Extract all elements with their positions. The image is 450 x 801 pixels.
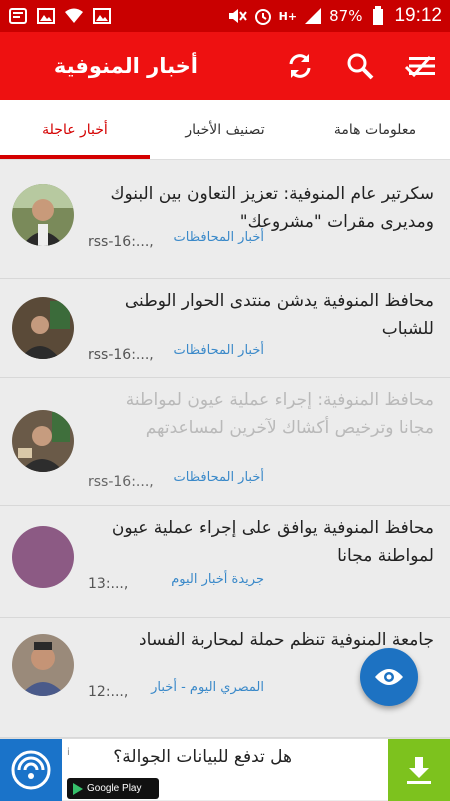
data-saver-icon <box>11 750 51 790</box>
news-time: rss-16:..., <box>88 474 154 490</box>
news-thumbnail <box>12 297 74 359</box>
news-source[interactable]: جريدة أخبار اليوم <box>171 572 264 587</box>
news-headline: محافظ المنوفية يوافق على إجراء عملية عيو… <box>111 518 434 566</box>
alarm-icon <box>253 6 273 26</box>
tab-important-info[interactable]: معلومات هامة <box>300 100 450 160</box>
tab-bar: معلومات هامة تصنيف الأخبار أخبار عاجلة <box>0 100 450 160</box>
app-title: أخبار المنوفية <box>53 54 198 78</box>
ad-text: هل تدفع للبيانات الجوالة؟ <box>113 747 292 767</box>
google-play-badge[interactable]: Google Play <box>67 778 159 799</box>
tab-news-categories[interactable]: تصنيف الأخبار <box>150 100 300 160</box>
news-item[interactable]: سكرتير عام المنوفية: تعزيز التعاون بين ا… <box>0 172 450 279</box>
eye-icon <box>375 669 403 685</box>
news-time: 13:..., <box>88 576 129 592</box>
refresh-icon <box>289 54 311 78</box>
ad-download-button[interactable] <box>388 739 450 801</box>
news-time: 12:..., <box>88 684 129 700</box>
done-button[interactable] <box>398 46 438 86</box>
news-source[interactable]: أخبار المحافظات <box>174 470 264 485</box>
news-source[interactable]: أخبار المحافظات <box>174 230 264 245</box>
news-thumbnail-placeholder <box>12 526 74 588</box>
tab-indicator <box>0 155 150 159</box>
news-time: rss-16:..., <box>88 234 154 250</box>
news-item[interactable]: محافظ المنوفية: إجراء عملية عيون لمواطنة… <box>0 378 450 506</box>
store-label: Google Play <box>87 783 142 794</box>
news-headline: محافظ المنوفية: إجراء عملية عيون لمواطنة… <box>125 390 434 438</box>
wifi-icon <box>64 6 84 26</box>
ad-banner[interactable]: i هل تدفع للبيانات الجوالة؟ Google Play <box>0 738 450 801</box>
check-icon <box>404 56 432 78</box>
signal-icon <box>303 6 323 26</box>
gallery-icon-2 <box>92 6 112 26</box>
view-fab-button[interactable] <box>360 648 418 706</box>
network-type: H+ <box>278 9 298 23</box>
news-time: rss-16:..., <box>88 347 154 363</box>
mute-icon <box>227 6 247 26</box>
news-item[interactable]: محافظ المنوفية يوافق على إجراء عملية عيو… <box>0 506 450 618</box>
news-thumbnail <box>12 410 74 472</box>
search-button[interactable] <box>340 46 380 86</box>
news-headline: سكرتير عام المنوفية: تعزيز التعاون بين ا… <box>110 184 434 232</box>
battery-percent: 87% <box>329 7 363 25</box>
status-bar: H+ 87% 19:12 <box>0 0 450 32</box>
news-item[interactable]: محافظ المنوفية يدشن منتدى الحوار الوطنى … <box>0 279 450 378</box>
gallery-icon <box>36 6 56 26</box>
clock: 19:12 <box>394 5 442 26</box>
tab-breaking-news[interactable]: أخبار عاجلة <box>0 100 150 160</box>
news-thumbnail <box>12 634 74 696</box>
news-source[interactable]: المصري اليوم - أخبار <box>151 680 264 695</box>
notification-icon <box>8 6 28 26</box>
search-icon <box>347 53 374 80</box>
news-source[interactable]: أخبار المحافظات <box>174 343 264 358</box>
battery-icon <box>368 6 388 26</box>
news-thumbnail <box>12 184 74 246</box>
ad-app-logo[interactable] <box>0 739 62 801</box>
app-bar: أخبار المنوفية <box>0 32 450 100</box>
refresh-button[interactable] <box>280 46 320 86</box>
news-headline: محافظ المنوفية يدشن منتدى الحوار الوطنى … <box>124 291 434 339</box>
download-icon <box>407 757 431 784</box>
play-store-icon <box>73 782 83 795</box>
